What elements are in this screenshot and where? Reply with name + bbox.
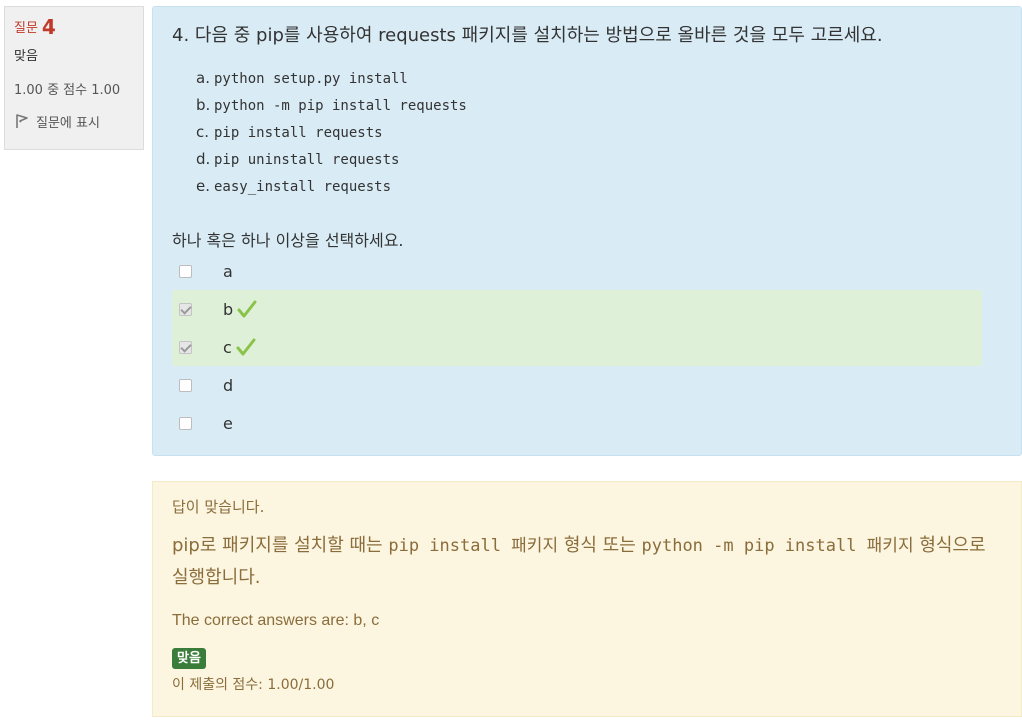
- flag-label: 질문에 표시: [36, 115, 100, 131]
- option-code: python setup.py install: [214, 71, 408, 87]
- answer-choice-a[interactable]: a: [172, 252, 982, 290]
- answer-label: c: [223, 337, 232, 357]
- answer-label: e: [223, 413, 233, 433]
- answer-checkbox[interactable]: [179, 264, 192, 278]
- correct-check-icon: [237, 300, 257, 318]
- answer-checkbox[interactable]: [179, 302, 192, 316]
- outcome-panel: 답이 맞습니다. pip로 패키지를 설치할 때는 pip install 패키…: [152, 481, 1022, 717]
- answer-prompt: 하나 혹은 하나 이상을 선택하세요.: [172, 231, 404, 250]
- question-grade: 1.00 중 점수 1.00: [14, 83, 121, 98]
- feedback-code: pip install 패키지: [388, 536, 559, 556]
- flag-question-button[interactable]: 질문에 표시: [14, 111, 134, 131]
- answer-label: b: [223, 299, 234, 319]
- answer-choice-e[interactable]: e: [172, 404, 982, 442]
- feedback-code: python -m pip install 패키지: [641, 536, 914, 556]
- answer-checkbox[interactable]: [179, 378, 192, 392]
- option-code: pip install requests: [214, 125, 383, 141]
- question-info-panel: 질문 4 맞음 1.00 중 점수 1.00 질문에 표시: [4, 6, 144, 150]
- question-option: d. pip uninstall requests: [196, 148, 467, 175]
- feedback-text: 형식 또는: [558, 535, 642, 556]
- question-number-value: 4: [41, 15, 56, 39]
- option-letter: d.: [196, 150, 211, 168]
- question-state: 맞음: [14, 49, 38, 64]
- submission-score: 이 제출의 점수: 1.00/1.00: [172, 677, 335, 693]
- option-letter: e.: [196, 177, 210, 195]
- answer-checkbox[interactable]: [179, 416, 192, 430]
- question-option: c. pip install requests: [196, 121, 467, 148]
- option-letter: a.: [196, 69, 210, 87]
- answer-list: abcde: [172, 252, 982, 442]
- flag-icon: [16, 114, 28, 128]
- question-option-list: a. python setup.py install b. python -m pip…: [196, 67, 467, 202]
- general-feedback: pip로 패키지를 설치할 때는 pip install 패키지 형식 또는 p…: [172, 530, 992, 594]
- question-option: e. easy_install requests: [196, 175, 467, 202]
- question-text: 4. 다음 중 pip를 사용하여 requests 패키지를 설치하는 방법으…: [172, 25, 883, 46]
- answer-choice-c[interactable]: c: [172, 328, 982, 366]
- option-code: python -m pip install requests: [214, 98, 467, 114]
- option-letter: c.: [196, 123, 210, 141]
- answer-label: a: [223, 261, 233, 281]
- correct-badge: 맞음: [172, 648, 206, 669]
- question-option: a. python setup.py install: [196, 67, 467, 94]
- answer-checkbox[interactable]: [179, 340, 192, 354]
- feedback-text: pip로 패키지를 설치할 때는: [172, 535, 389, 556]
- answer-label: d: [223, 375, 234, 395]
- question-number-label: 질문: [14, 21, 38, 36]
- question-option: b. python -m pip install requests: [196, 94, 467, 121]
- option-code: pip uninstall requests: [214, 152, 400, 168]
- answer-choice-d[interactable]: d: [172, 366, 982, 404]
- answer-choice-b[interactable]: b: [172, 290, 982, 328]
- specific-feedback: 답이 맞습니다.: [172, 498, 265, 516]
- correct-check-icon: [236, 338, 256, 356]
- question-formulation: 4. 다음 중 pip를 사용하여 requests 패키지를 설치하는 방법으…: [152, 6, 1022, 456]
- question-number: 질문 4: [14, 17, 134, 41]
- option-code: easy_install requests: [214, 179, 392, 195]
- option-letter: b.: [196, 96, 211, 114]
- right-answer: The correct answers are: b, c: [172, 612, 380, 629]
